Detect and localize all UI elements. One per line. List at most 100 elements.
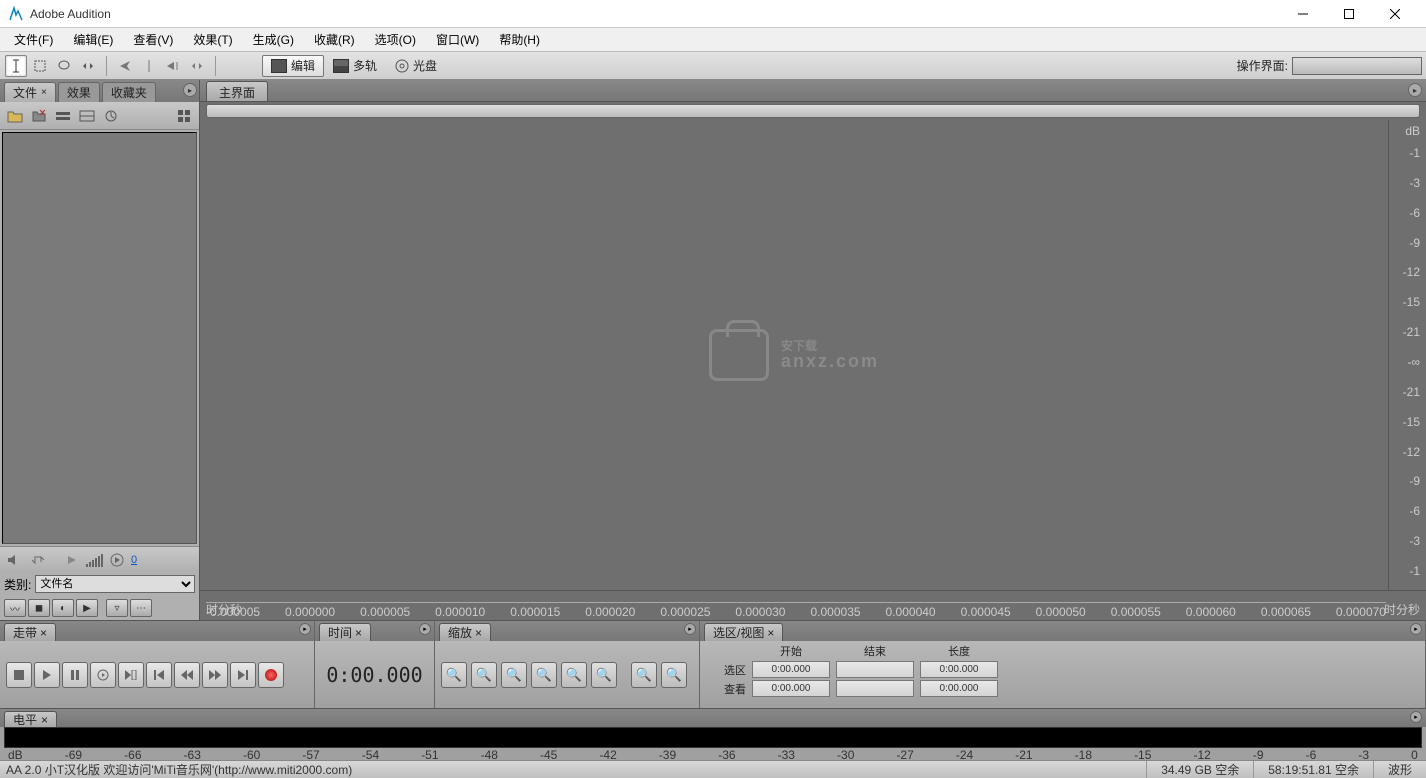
view-pan-button[interactable]: ◐ bbox=[52, 599, 74, 617]
view-waveform-button[interactable]: 〰 bbox=[4, 599, 26, 617]
sel-start-field[interactable]: 0:00.000 bbox=[752, 661, 830, 678]
maximize-button[interactable] bbox=[1326, 0, 1372, 28]
menu-favorites[interactable]: 收藏(R) bbox=[304, 29, 365, 50]
menu-edit[interactable]: 编辑(E) bbox=[63, 29, 123, 50]
go-start-button[interactable] bbox=[146, 662, 172, 688]
tool-move[interactable] bbox=[114, 55, 136, 77]
menu-generate[interactable]: 生成(G) bbox=[243, 29, 304, 50]
menu-options[interactable]: 选项(O) bbox=[365, 29, 426, 50]
panel-menu-icon[interactable]: ▸ bbox=[299, 623, 311, 635]
tab-zoom[interactable]: 缩放× bbox=[439, 623, 491, 641]
insert-multitrack-button[interactable] bbox=[52, 106, 74, 126]
waveform-canvas[interactable]: 安下载anxz.com bbox=[200, 120, 1388, 590]
insert-cd-button[interactable] bbox=[76, 106, 98, 126]
close-icon[interactable]: × bbox=[475, 626, 482, 640]
record-button[interactable] bbox=[258, 662, 284, 688]
file-list[interactable] bbox=[2, 132, 197, 544]
autoplay-button[interactable] bbox=[107, 551, 127, 569]
sel-end-field[interactable] bbox=[836, 661, 914, 678]
options-button[interactable] bbox=[173, 106, 195, 126]
view-start-field[interactable]: 0:00.000 bbox=[752, 680, 830, 697]
edit-file-button[interactable] bbox=[100, 106, 122, 126]
category-select[interactable]: 文件名 bbox=[35, 575, 195, 593]
play-to-end-button[interactable] bbox=[118, 662, 144, 688]
pause-button[interactable] bbox=[62, 662, 88, 688]
level-meter[interactable] bbox=[4, 727, 1422, 748]
mode-edit-button[interactable]: 编辑 bbox=[262, 55, 324, 77]
close-icon[interactable]: × bbox=[41, 87, 47, 98]
rewind-button[interactable] bbox=[174, 662, 200, 688]
panel-menu-icon[interactable]: ▸ bbox=[1410, 623, 1422, 635]
play-loop-button[interactable] bbox=[90, 662, 116, 688]
sel-length-field[interactable]: 0:00.000 bbox=[920, 661, 998, 678]
zoom-in-v-button[interactable]: 🔍 bbox=[561, 662, 587, 688]
zoom-right-button[interactable]: 🔍 bbox=[661, 662, 687, 688]
timeline-ruler[interactable]: -0.000005 0.000000 0.000005 0.000010 0.0… bbox=[200, 590, 1426, 620]
zoom-full-button[interactable]: 🔍 bbox=[501, 662, 527, 688]
main-view-panel: 主界面 ▸ 安下载anxz.com dB -1 -3 -6 -9 -12 -15… bbox=[200, 80, 1426, 620]
zoom-selection-button[interactable]: 🔍 bbox=[531, 662, 557, 688]
tool-marquee[interactable] bbox=[29, 55, 51, 77]
waveform-area[interactable]: 安下载anxz.com dB -1 -3 -6 -9 -12 -15 -21 -… bbox=[200, 120, 1426, 590]
tab-main[interactable]: 主界面 bbox=[206, 81, 268, 101]
close-icon[interactable]: × bbox=[41, 713, 48, 727]
view-length-field[interactable]: 0:00.000 bbox=[920, 680, 998, 697]
panel-menu-icon[interactable]: ▸ bbox=[1408, 83, 1422, 97]
preview-play-button[interactable] bbox=[62, 551, 82, 569]
zoom-left-button[interactable]: 🔍 bbox=[631, 662, 657, 688]
menu-help[interactable]: 帮助(H) bbox=[489, 29, 550, 50]
tab-transport[interactable]: 走带× bbox=[4, 623, 56, 641]
tab-level[interactable]: 电平× bbox=[4, 711, 57, 727]
tab-selection[interactable]: 选区/视图× bbox=[704, 623, 783, 641]
horizontal-scrollbar[interactable] bbox=[206, 104, 1420, 118]
mode-cd-button[interactable]: 光盘 bbox=[386, 55, 446, 77]
preview-mute-button[interactable] bbox=[4, 551, 24, 569]
menu-window[interactable]: 窗口(W) bbox=[426, 29, 489, 50]
zoom-in-h-button[interactable]: 🔍 bbox=[441, 662, 467, 688]
db-tick: -9 bbox=[1389, 228, 1426, 258]
zoom-out-v-button[interactable]: 🔍 bbox=[591, 662, 617, 688]
tab-effects[interactable]: 效果 bbox=[58, 82, 100, 102]
close-file-button[interactable] bbox=[28, 106, 50, 126]
mode-multitrack-button[interactable]: 多轨 bbox=[324, 55, 386, 77]
show-markers-button[interactable]: ▿ bbox=[106, 599, 128, 617]
full-path-button[interactable]: ⋯ bbox=[130, 599, 152, 617]
level-tick: -51 bbox=[421, 748, 438, 760]
close-icon[interactable]: × bbox=[767, 626, 774, 640]
tool-hybrid[interactable] bbox=[162, 55, 184, 77]
minimize-button[interactable] bbox=[1280, 0, 1326, 28]
tool-scrub[interactable] bbox=[77, 55, 99, 77]
panel-menu-icon[interactable]: ▸ bbox=[183, 83, 197, 97]
workspace-dropdown[interactable] bbox=[1292, 57, 1422, 75]
menu-file[interactable]: 文件(F) bbox=[4, 29, 63, 50]
forward-button[interactable] bbox=[202, 662, 228, 688]
panel-menu-icon[interactable]: ▸ bbox=[419, 623, 431, 635]
time-panel: 时间×▸ 0:00.000 bbox=[315, 621, 435, 708]
panel-menu-icon[interactable]: ▸ bbox=[1410, 711, 1422, 723]
close-icon[interactable]: × bbox=[355, 626, 362, 640]
view-phase-button[interactable]: ▶ bbox=[76, 599, 98, 617]
menubar: 文件(F) 编辑(E) 查看(V) 效果(T) 生成(G) 收藏(R) 选项(O… bbox=[0, 28, 1426, 52]
close-icon[interactable]: × bbox=[40, 626, 47, 640]
tab-files[interactable]: 文件× bbox=[4, 82, 56, 102]
view-spectral-button[interactable]: ◼ bbox=[28, 599, 50, 617]
stop-button[interactable] bbox=[6, 662, 32, 688]
mode-edit-label: 编辑 bbox=[291, 57, 315, 74]
tool-scrub2[interactable] bbox=[186, 55, 208, 77]
time-tick: 0.000030 bbox=[735, 605, 785, 619]
tool-lasso[interactable] bbox=[53, 55, 75, 77]
view-end-field[interactable] bbox=[836, 680, 914, 697]
close-button[interactable] bbox=[1372, 0, 1418, 28]
tab-time[interactable]: 时间× bbox=[319, 623, 371, 641]
menu-view[interactable]: 查看(V) bbox=[123, 29, 183, 50]
zoom-out-h-button[interactable]: 🔍 bbox=[471, 662, 497, 688]
menu-effects[interactable]: 效果(T) bbox=[183, 29, 242, 50]
tool-time-select[interactable] bbox=[138, 55, 160, 77]
tab-favorites[interactable]: 收藏夹 bbox=[102, 82, 156, 102]
open-file-button[interactable] bbox=[4, 106, 26, 126]
play-button[interactable] bbox=[34, 662, 60, 688]
preview-loop-button[interactable] bbox=[28, 551, 48, 569]
tool-ibeam[interactable] bbox=[5, 55, 27, 77]
go-end-button[interactable] bbox=[230, 662, 256, 688]
panel-menu-icon[interactable]: ▸ bbox=[684, 623, 696, 635]
